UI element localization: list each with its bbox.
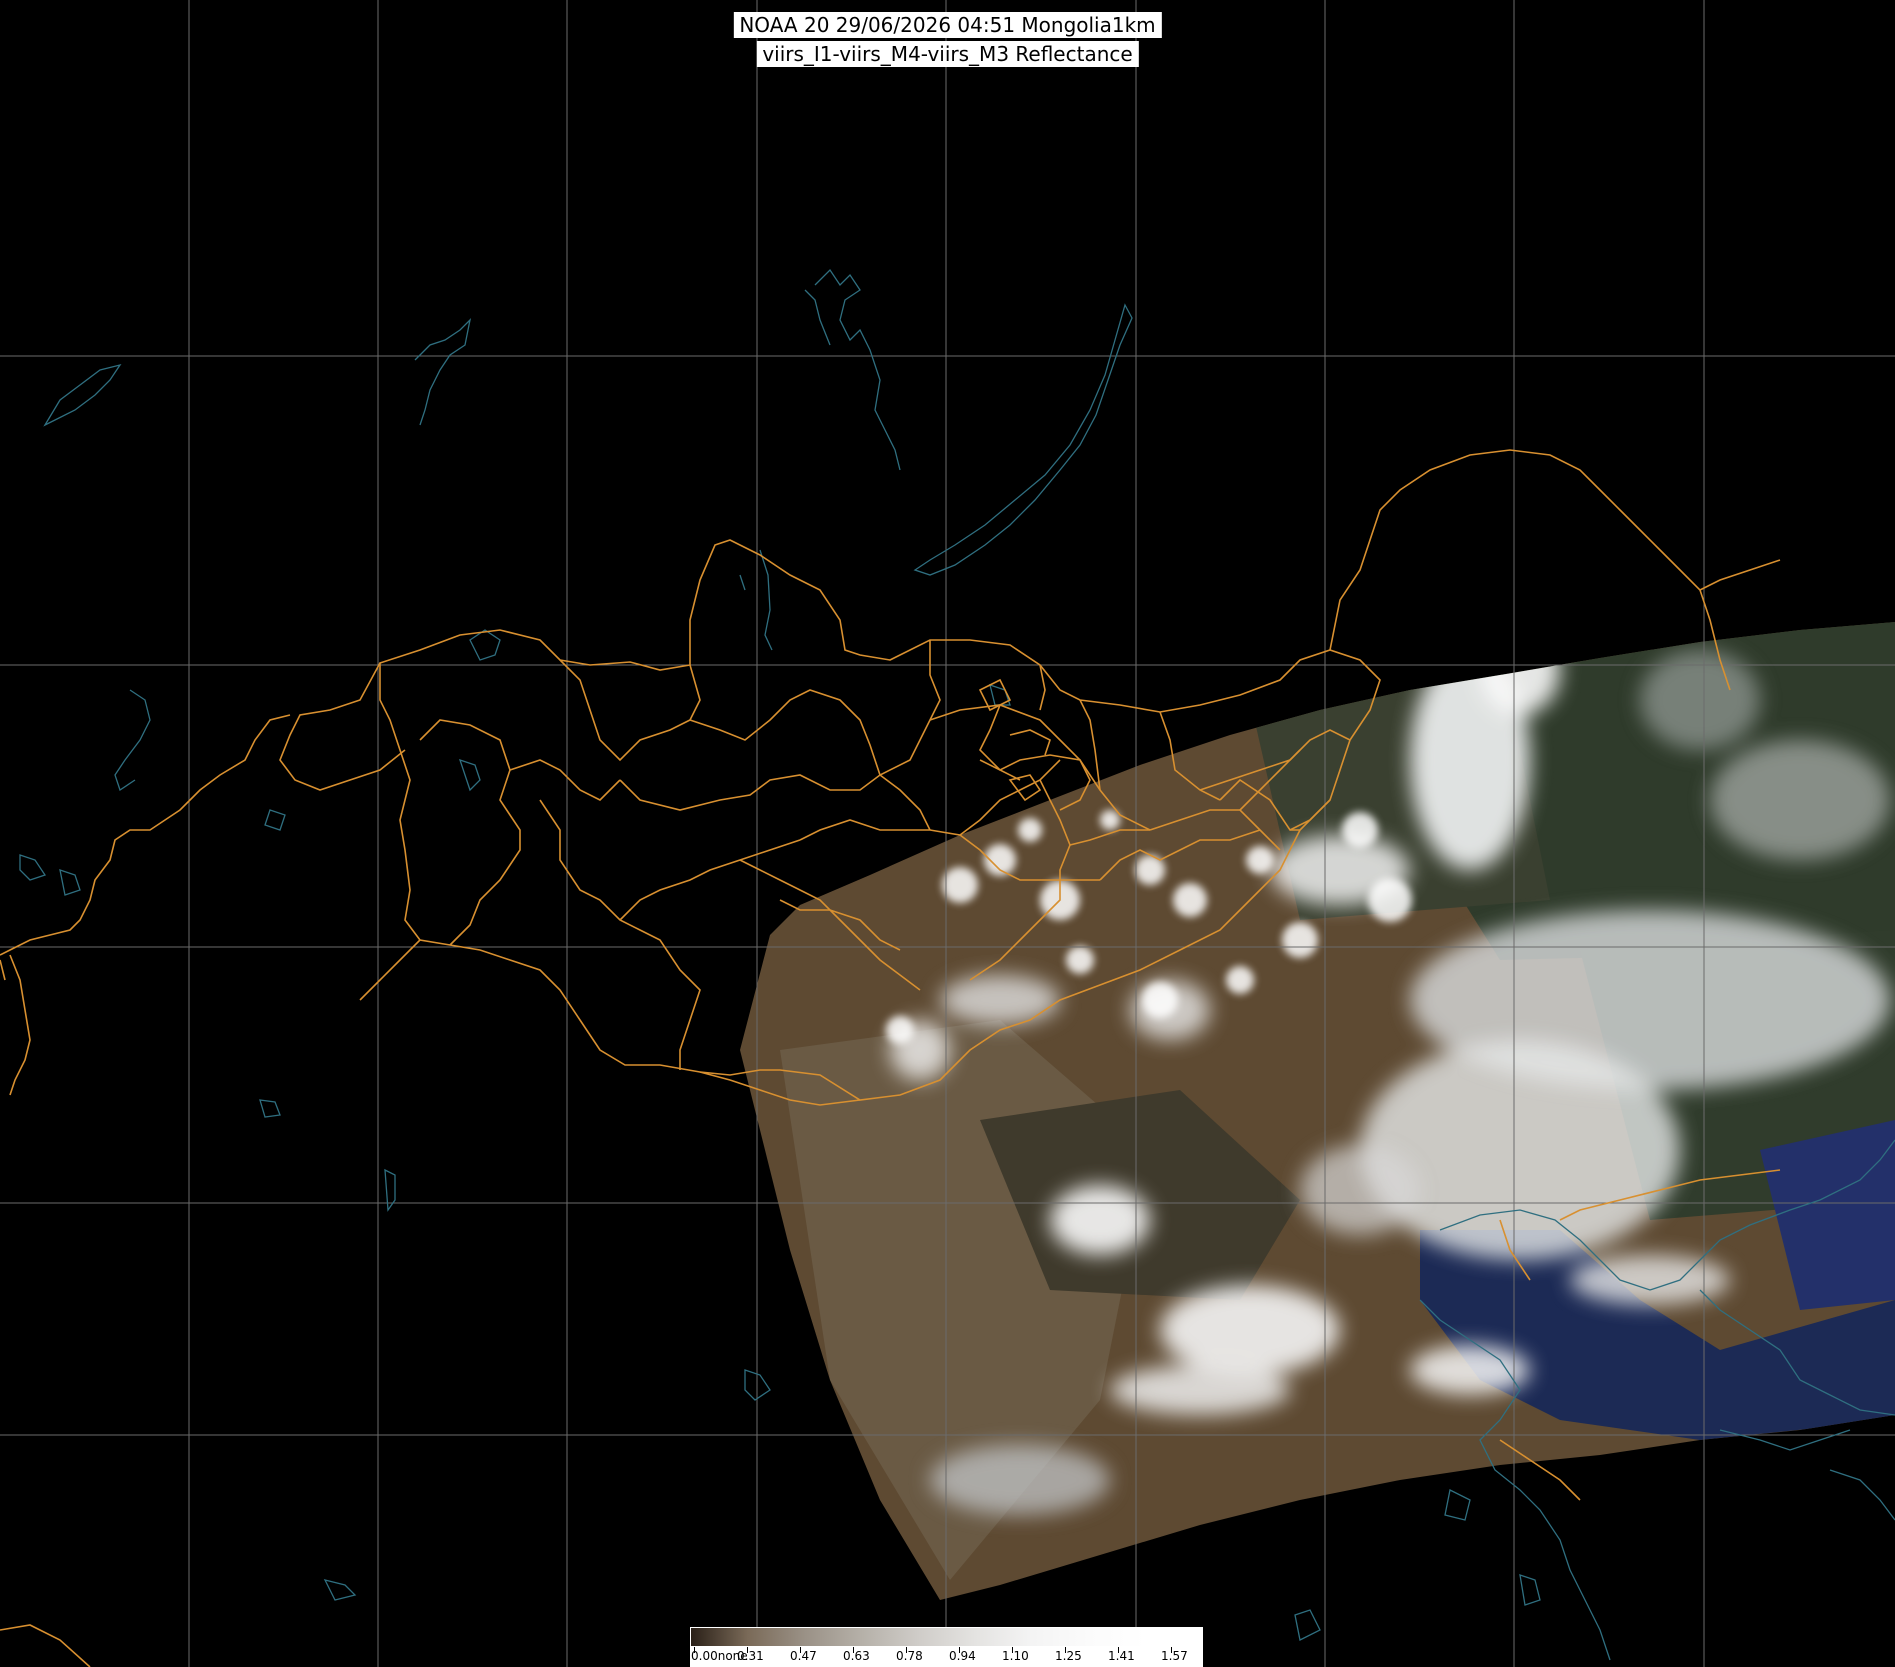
colorbar-label: 0.63: [843, 1649, 870, 1663]
map-title-line-1: NOAA 20 29/06/2026 04:51 Mongolia1km: [733, 12, 1162, 38]
colorbar-label: 1.41: [1108, 1649, 1135, 1663]
colorbar-label: 0.94: [949, 1649, 976, 1663]
colorbar-label: 1.57: [1161, 1649, 1188, 1663]
colorbar-label: 1.10: [1002, 1649, 1029, 1663]
colorbar-label: 0.31: [737, 1649, 764, 1663]
colorbar-legend: 0.00none 0.31 0.47 0.63 0.78 0.94 1.10 1.25 1.41…: [690, 1627, 1203, 1667]
colorbar-gradient: [690, 1627, 1203, 1647]
colorbar-label: 0.78: [896, 1649, 923, 1663]
colorbar-label: 1.25: [1055, 1649, 1082, 1663]
colorbar-label: 0.47: [790, 1649, 817, 1663]
satellite-map: [0, 0, 1895, 1667]
colorbar-labels: 0.00none 0.31 0.47 0.63 0.78 0.94 1.10 1.25 1.41…: [690, 1647, 1203, 1667]
map-canvas: NOAA 20 29/06/2026 04:51 Mongolia1km vii…: [0, 0, 1895, 1667]
map-title-line-2: viirs_I1-viirs_M4-viirs_M3 Reflectance: [756, 41, 1139, 67]
